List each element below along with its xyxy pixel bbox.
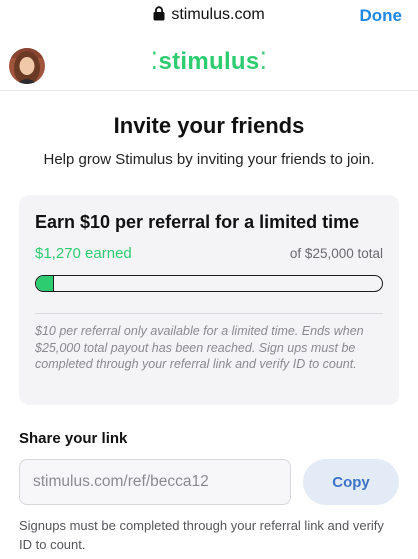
referral-terms-note: $10 per referral only available for a li… bbox=[35, 324, 364, 371]
share-footer-note: Signups must be completed through your r… bbox=[19, 518, 384, 552]
referral-link-input[interactable] bbox=[19, 459, 291, 505]
referral-progress-bar bbox=[35, 275, 383, 292]
stimulus-logo[interactable]: ⁚stimulus⁚ bbox=[0, 47, 418, 76]
logo-text: stimulus bbox=[158, 48, 260, 75]
done-button[interactable]: Done bbox=[360, 6, 403, 26]
page-subtitle: Help grow Stimulus by inviting your frie… bbox=[43, 151, 375, 168]
logo-mark-left: ⁚ bbox=[150, 48, 159, 75]
card-divider bbox=[35, 313, 383, 314]
lock-icon bbox=[153, 6, 165, 26]
browser-bar: stimulus.com Done bbox=[0, 0, 418, 36]
share-heading: Share your link bbox=[19, 430, 128, 447]
copy-button[interactable]: Copy bbox=[303, 459, 399, 505]
total-payout: of $25,000 total bbox=[289, 246, 383, 261]
referral-progress-fill bbox=[36, 276, 54, 291]
logo-mark-right: ⁚ bbox=[259, 48, 268, 75]
referral-card-title: Earn $10 per referral for a limited time bbox=[35, 212, 360, 232]
earned-amount: $1,270 earned bbox=[35, 245, 132, 262]
referral-card: Earn $10 per referral for a limited time… bbox=[19, 195, 399, 405]
app-header: ⁚stimulus⁚ bbox=[0, 36, 418, 91]
page-title: Invite your friends bbox=[113, 113, 305, 138]
url-bar[interactable]: stimulus.com bbox=[0, 6, 418, 26]
url-text: stimulus.com bbox=[171, 6, 265, 23]
